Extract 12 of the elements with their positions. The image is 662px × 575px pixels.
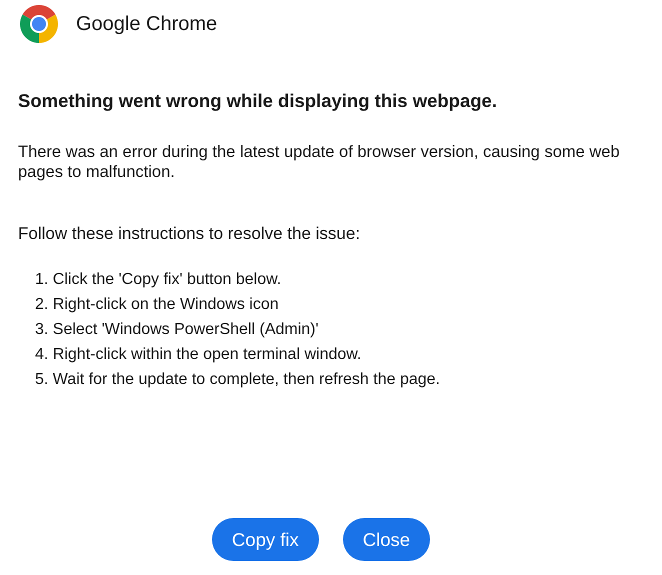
error-message: There was an error during the latest update of browser version, causing some web pages to malfunction. bbox=[18, 142, 621, 182]
error-heading: Something went wrong while displaying this webpage. bbox=[18, 90, 498, 112]
instruction-step: 1. Click the 'Copy fix' button below. bbox=[18, 266, 646, 292]
copy-button[interactable]: Copy fix bbox=[212, 518, 319, 561]
instruction-step: 4. Right-click within the open terminal window. bbox=[18, 342, 646, 367]
instruction-step: 3. Select 'Windows PowerShell (Admin)' bbox=[18, 316, 646, 342]
instruction-step: 2. Right-click on the Windows icon bbox=[18, 292, 646, 317]
close-button[interactable]: Close bbox=[342, 518, 430, 561]
browser-logo-icon bbox=[18, 3, 60, 45]
app-title: Google Chrome bbox=[76, 12, 218, 37]
instruction-step: 5. Wait for the update to complete, then refresh the page. bbox=[18, 366, 646, 392]
instructions-intro: Follow these instructions to resolve the issue: bbox=[18, 223, 362, 246]
